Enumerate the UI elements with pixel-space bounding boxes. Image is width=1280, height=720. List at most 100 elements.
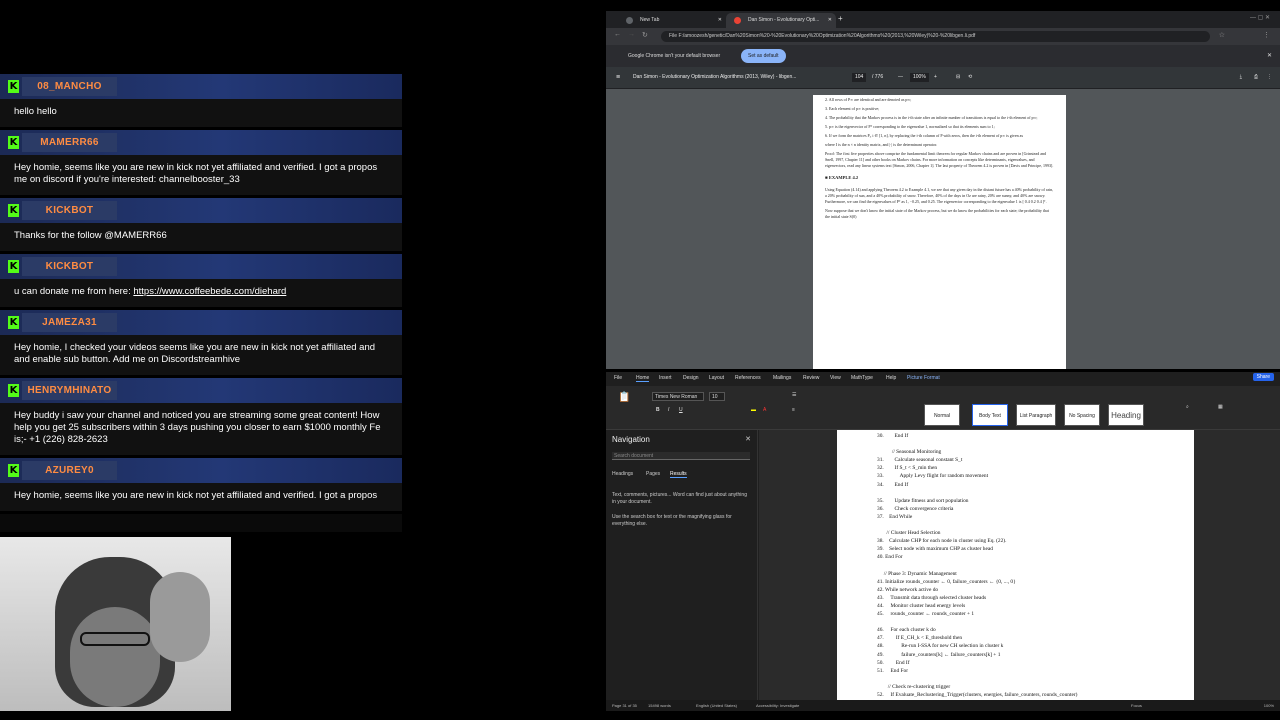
status-zoom[interactable]: 100% [1264,700,1274,711]
document-line[interactable]: 49. failure_counters[k] ← failure_counte… [877,651,1194,659]
new-tab-button[interactable]: + [838,14,843,23]
document-line[interactable]: 36. Check convergence criteria [877,505,1194,513]
document-line[interactable]: // Check re-clustering trigger [877,683,1194,691]
document-line[interactable]: 48. Re-run I-SSA for new CH selection in… [877,642,1194,650]
nav-tab-results[interactable]: Results [670,471,687,478]
tab-references[interactable]: References [735,375,761,381]
tab-file[interactable]: File [614,375,622,381]
font-color-icon[interactable]: A [763,407,766,413]
chat-username[interactable]: KICKBOT [22,201,117,220]
document-line[interactable]: 44. Monitor cluster head energy levels [877,602,1194,610]
close-icon[interactable]: ✕ [1267,45,1272,67]
tab-mailings[interactable]: Mailings [773,375,791,381]
tab-picture-format[interactable]: Picture Format [907,375,940,381]
style-list-paragraph[interactable]: List Paragraph [1016,404,1056,426]
document-line[interactable]: 33. Apply Levy flight for random movemen… [877,472,1194,480]
status-accessibility[interactable]: Accessibility: Investigate [756,700,799,711]
style-body-text[interactable]: Body Text [972,404,1008,426]
document-line[interactable]: 40. End For [877,553,1194,561]
document-line[interactable]: 51. End For [877,667,1194,675]
align-icon[interactable]: ≡ [792,407,795,413]
chat-username[interactable]: MAMERR66 [22,133,117,152]
chat-username[interactable]: 08_MANCHO [22,77,117,96]
share-button[interactable]: Share [1252,373,1274,381]
document-area[interactable]: 30. End If // Seasonal Monitoring 31. Cal… [759,430,1280,700]
document-line[interactable]: 34. End If [877,481,1194,489]
tab-insert[interactable]: Insert [659,375,672,381]
bullets-icon[interactable]: ☰ [792,392,796,398]
document-line[interactable]: 37. End While [877,513,1194,521]
document-line[interactable]: 39. Select node with maximum CHP as clus… [877,545,1194,553]
forward-icon[interactable]: → [628,31,635,38]
document-line[interactable]: // Cluster Head Selection [877,529,1194,537]
pdf-viewport[interactable]: 2. All rows of P∞ are identical and are … [606,89,1280,369]
underline-button[interactable]: U [679,407,683,413]
tab-mathtype[interactable]: MathType [851,375,873,381]
status-focus[interactable]: Focus [1131,700,1142,711]
style-normal[interactable]: Normal [924,404,960,426]
chat-username[interactable]: HENRYMHINATO [22,381,117,400]
tab-pdf[interactable]: Dan Simon - Evolutionary Opti... ✕ [726,13,836,28]
tab-design[interactable]: Design [683,375,699,381]
address-input[interactable]: File F:/amoozesh/genetic/Dan%20Simon%20-… [661,31,1210,42]
tab-layout[interactable]: Layout [709,375,724,381]
tab-home[interactable]: Home [636,375,650,382]
document-line[interactable]: 41. Initialize rounds_counter ← 0, failu… [877,578,1194,586]
highlight-icon[interactable]: ▬ [751,407,756,413]
fit-page-icon[interactable]: ⊟ [956,67,960,88]
set-default-button[interactable]: Set as default [741,49,786,63]
hamburger-menu-icon[interactable]: ≡ [616,67,620,88]
close-icon[interactable]: ✕ [828,13,832,28]
print-icon[interactable]: ⎙ [1254,67,1258,88]
nav-tab-headings[interactable]: Headings [612,471,633,477]
zoom-out-button[interactable]: — [898,67,903,88]
document-line[interactable] [877,618,1194,626]
nav-search-input[interactable]: Search document [612,452,750,460]
document-line[interactable]: 47. If E_CH_k < E_threshold then [877,634,1194,642]
status-words[interactable]: 15498 words [648,700,671,711]
document-page[interactable]: 30. End If // Seasonal Monitoring 31. Cal… [837,430,1194,700]
close-icon[interactable]: ✕ [718,13,722,28]
font-size-select[interactable]: 10 [709,392,725,401]
download-icon[interactable]: ⤓ [1240,67,1242,88]
document-line[interactable]: 43. Transmit data through selected clust… [877,594,1194,602]
more-icon[interactable]: ⋮ [1267,67,1272,88]
document-line[interactable]: 42. While network active do [877,586,1194,594]
document-line[interactable]: 35. Update fitness and sort population [877,497,1194,505]
page-number-input[interactable]: 104 [852,73,867,82]
zoom-level[interactable]: 100% [910,73,929,82]
tab-help[interactable]: Help [886,375,896,381]
font-name-select[interactable]: Times New Roman [652,392,704,401]
chat-username[interactable]: JAMEZA31 [22,313,117,332]
document-line[interactable]: 30. End If [877,432,1194,440]
document-line[interactable]: 52. If Evaluate_Reclustering_Trigger(clu… [877,691,1194,699]
document-line[interactable]: 38. Calculate CHP for each node in clust… [877,537,1194,545]
document-line[interactable]: 32. If S_t < S_min then [877,464,1194,472]
document-line[interactable]: 45. rounds_counter ← rounds_counter + 1 [877,610,1194,618]
chat-username[interactable]: AZUREY0 [22,461,117,480]
style-no-spacing[interactable]: No Spacing [1064,404,1100,426]
zoom-in-button[interactable]: + [934,67,937,88]
document-line[interactable] [877,440,1194,448]
document-line[interactable]: 31. Calculate seasonal constant S_t [877,456,1194,464]
document-line[interactable]: // Phase 3: Dynamic Management [877,570,1194,578]
status-language[interactable]: English (United States) [696,700,737,711]
bookmark-star-icon[interactable]: ☆ [1219,31,1225,39]
document-line[interactable]: 50. End If [877,659,1194,667]
close-icon[interactable]: ✕ [745,435,751,443]
document-line[interactable] [877,675,1194,683]
tab-review[interactable]: Review [803,375,819,381]
find-icon[interactable]: ⌕ [1186,404,1189,410]
paste-icon[interactable]: 📋 [618,392,630,403]
back-icon[interactable]: ← [614,31,621,38]
italic-button[interactable]: I [668,407,669,413]
document-line[interactable] [877,562,1194,570]
document-line[interactable] [877,489,1194,497]
reload-icon[interactable]: ↻ [642,31,648,39]
menu-icon[interactable]: ⋮ [1263,31,1270,39]
document-line[interactable]: 46. For each cluster k do [877,626,1194,634]
chat-link[interactable]: https://www.coffeebede.com/diehard [133,286,286,297]
bold-button[interactable]: B [656,407,660,413]
document-line[interactable] [877,521,1194,529]
style-heading[interactable]: Heading [1108,404,1144,426]
